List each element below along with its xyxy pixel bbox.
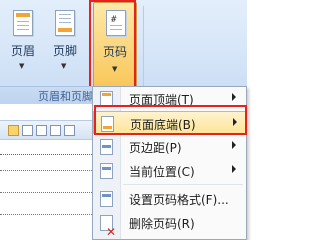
page-top-icon: [100, 91, 113, 107]
chevron-down-icon: ▼: [19, 62, 25, 70]
menu-item-format-page-number[interactable]: 设置页码格式(F)...: [93, 187, 246, 210]
chevron-right-icon: [232, 141, 236, 149]
chevron-right-icon: [232, 165, 236, 173]
outline-icon[interactable]: [50, 125, 61, 136]
ruler: [0, 148, 92, 155]
group-label: 页眉和页脚: [38, 90, 93, 103]
chevron-down-icon: ▼: [61, 62, 67, 70]
menu-item-current-position[interactable]: 当前位置(C): [93, 159, 246, 182]
menu-item-label: 删除页码(R): [129, 217, 195, 231]
page-margin-icon: [100, 139, 113, 155]
dotted-line: [0, 170, 92, 172]
page-number-icon: #: [106, 10, 126, 36]
menu-item-page-margin[interactable]: 页边距(P): [93, 135, 246, 158]
menu-item-delete-page-number[interactable]: ✕ 删除页码(R): [93, 211, 246, 239]
page-number-button-label: 页码: [102, 45, 127, 59]
footer-button[interactable]: 页脚 ▼: [46, 4, 84, 80]
header-icon: [13, 10, 33, 36]
header-button-label: 页眉: [10, 44, 35, 58]
chevron-right-icon: [233, 118, 237, 126]
delete-page-number-icon: ✕: [100, 215, 116, 239]
view-toolbar: [0, 120, 92, 140]
menu-item-label: 页边距(P): [129, 141, 182, 155]
web-layout-icon[interactable]: [36, 125, 47, 136]
print-layout-icon[interactable]: [8, 125, 19, 136]
format-page-number-icon: [100, 191, 113, 207]
menu-item-label: 当前位置(C): [129, 165, 195, 179]
page-bottom-icon: [101, 116, 114, 132]
dotted-line: [0, 214, 92, 216]
current-position-icon: [100, 163, 113, 179]
menu-item-label: 页面底端(B): [130, 118, 196, 132]
page-number-menu: 页面顶端(T) 页面底端(B) 页边距(P) 当前位置(C) 设置页码格式(F)…: [92, 86, 247, 240]
chevron-right-icon: [232, 93, 236, 101]
draft-icon[interactable]: [64, 125, 75, 136]
menu-item-page-bottom[interactable]: 页面底端(B): [93, 111, 246, 134]
footer-icon: [55, 10, 75, 36]
dotted-line: [0, 192, 92, 194]
menu-item-label: 设置页码格式(F)...: [129, 193, 229, 207]
menu-item-label: 页面顶端(T): [129, 93, 194, 107]
menu-item-page-top[interactable]: 页面顶端(T): [93, 87, 246, 110]
footer-button-label: 页脚: [52, 44, 77, 58]
page-number-button[interactable]: # 页码 ▼: [93, 2, 137, 88]
header-button[interactable]: 页眉 ▼: [4, 4, 42, 80]
chevron-down-icon: ▼: [112, 65, 118, 73]
full-screen-icon[interactable]: [22, 125, 33, 136]
menu-separator: [123, 184, 243, 185]
